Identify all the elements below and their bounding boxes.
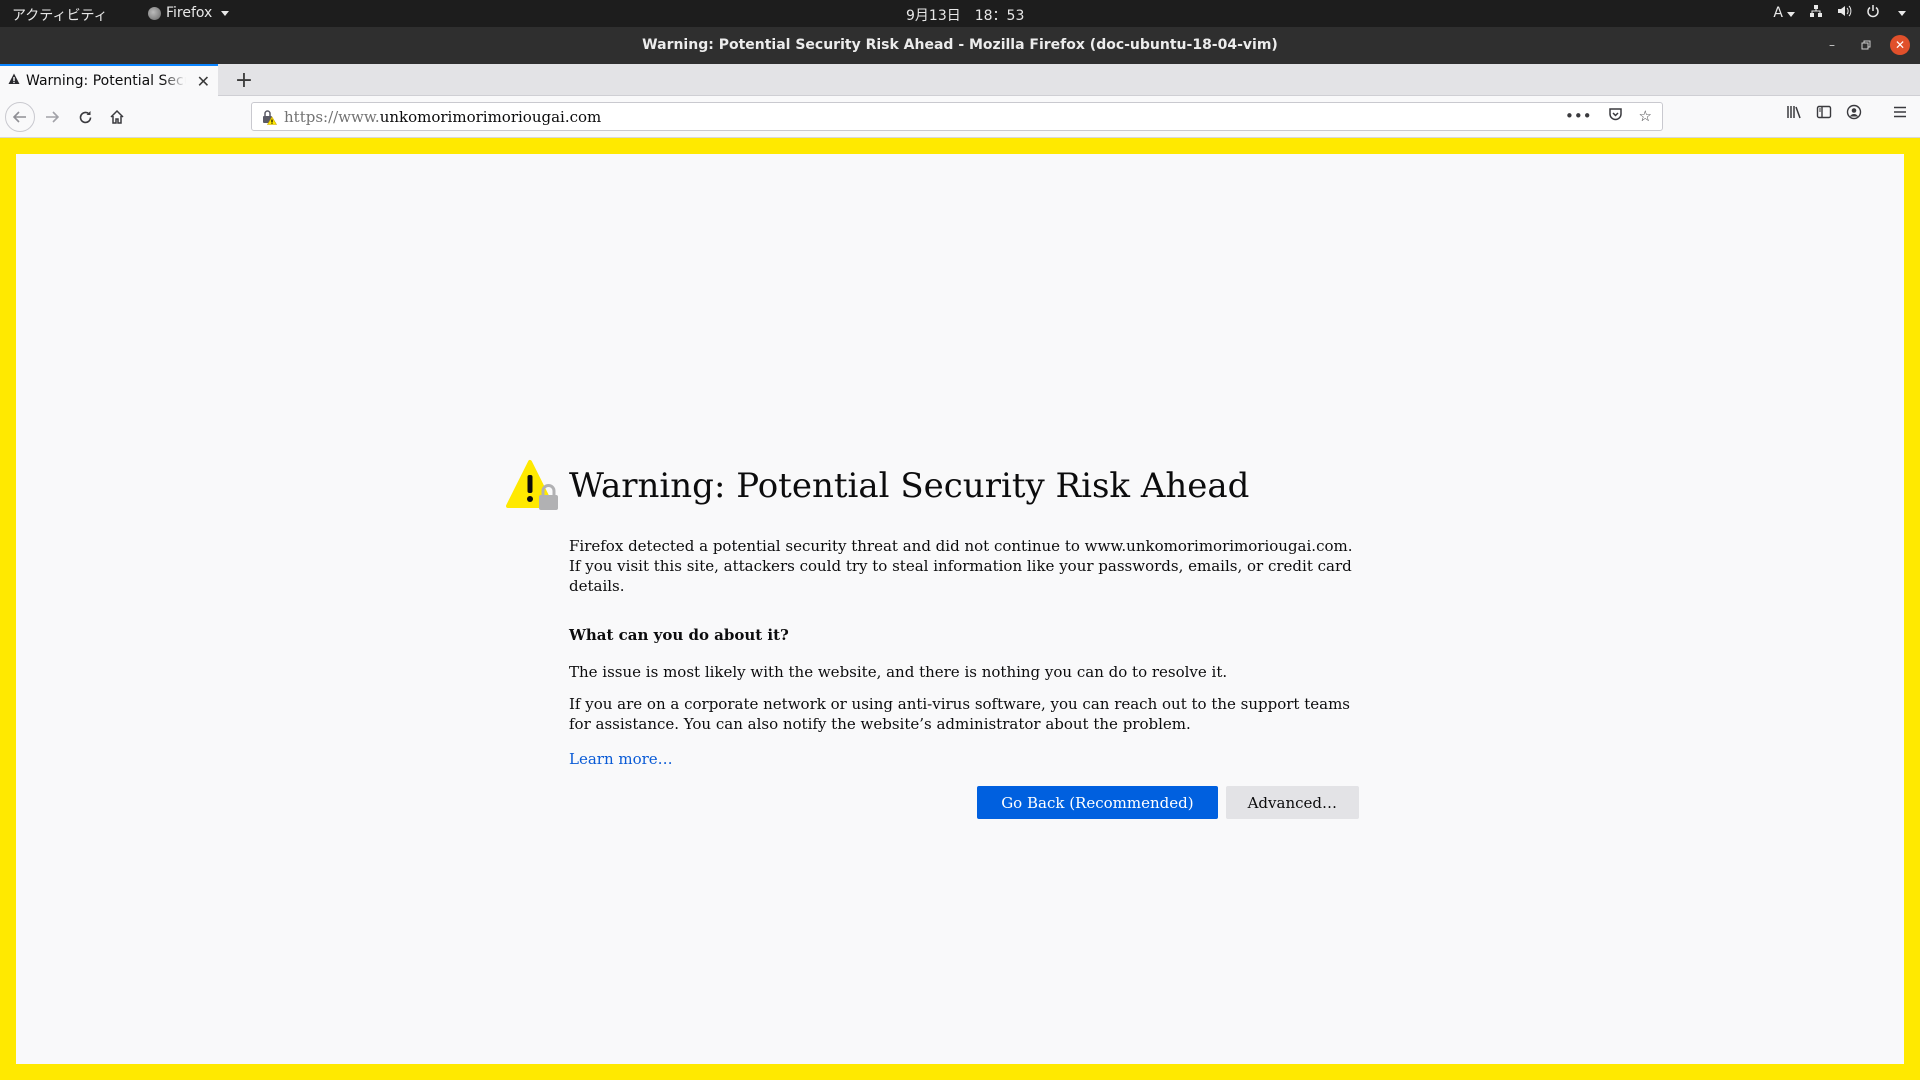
security-warning-icon: [506, 460, 558, 510]
app-menu[interactable]: Firefox: [148, 5, 230, 21]
reload-button[interactable]: [70, 102, 100, 132]
new-tab-button[interactable]: +: [230, 66, 258, 94]
window-title-bar[interactable]: Warning: Potential Security Risk Ahead -…: [0, 27, 1920, 64]
learn-more-link[interactable]: Learn more…: [569, 750, 673, 768]
system-tray[interactable]: A: [1773, 4, 1906, 22]
volume-icon[interactable]: [1837, 4, 1852, 22]
advice-paragraph-1: The issue is most likely with the websit…: [569, 663, 1228, 681]
what-can-you-do-heading: What can you do about it?: [569, 626, 789, 644]
error-page: Warning: Potential Security Risk Ahead F…: [16, 154, 1904, 1064]
tab-active[interactable]: Warning: Potential Security Risk Ahead ✕: [0, 64, 218, 96]
chevron-down-icon[interactable]: [1898, 10, 1906, 16]
go-back-button[interactable]: Go Back (Recommended): [977, 786, 1218, 819]
insecure-lock-icon[interactable]: [258, 109, 280, 125]
hamburger-menu-icon[interactable]: [1892, 104, 1908, 124]
library-icon[interactable]: [1786, 104, 1802, 124]
button-row: Go Back (Recommended) Advanced…: [569, 786, 1359, 819]
account-icon[interactable]: [1846, 104, 1862, 124]
menu-area: [1892, 104, 1908, 124]
clock[interactable]: 9月13日 18：53: [906, 5, 1024, 25]
error-title: Warning: Potential Security Risk Ahead: [569, 466, 1250, 506]
navigation-toolbar: https://www. unkomorimorimoriougai.com ••…: [0, 96, 1920, 138]
window-title: Warning: Potential Security Risk Ahead -…: [642, 37, 1278, 53]
close-window-icon[interactable]: ✕: [1890, 35, 1910, 55]
back-button[interactable]: [5, 102, 35, 132]
error-container: Warning: Potential Security Risk Ahead F…: [506, 460, 1359, 819]
tab-label: Warning: Potential Security Risk Ahead: [26, 73, 186, 89]
window-controls: – ✕: [1822, 35, 1910, 55]
chevron-down-icon: [221, 10, 230, 16]
restore-icon[interactable]: [1856, 35, 1876, 55]
pocket-icon[interactable]: [1608, 107, 1623, 126]
minimize-icon[interactable]: –: [1822, 35, 1842, 55]
app-menu-label: Firefox: [166, 5, 213, 21]
chevron-down-icon: [1787, 12, 1795, 17]
power-icon[interactable]: [1866, 4, 1880, 22]
advice-paragraph-2: If you are on a corporate network or usi…: [569, 695, 1350, 733]
toolbar-right: [1786, 104, 1862, 124]
url-actions: ••• ☆: [1565, 107, 1662, 126]
close-tab-icon[interactable]: ✕: [197, 72, 210, 91]
warning-icon: [8, 73, 20, 89]
page-actions-icon[interactable]: •••: [1565, 107, 1592, 126]
network-icon[interactable]: [1809, 4, 1823, 22]
error-description: Firefox detected a potential security th…: [569, 537, 1353, 595]
firefox-logo-icon: [148, 6, 161, 20]
home-button[interactable]: [102, 102, 132, 132]
input-method-indicator[interactable]: A: [1773, 5, 1795, 21]
url-bar[interactable]: https://www. unkomorimorimoriougai.com ••…: [251, 102, 1663, 131]
activities-button[interactable]: アクティビティ: [12, 5, 108, 25]
system-top-bar: アクティビティ Firefox 9月13日 18：53 A: [0, 0, 1920, 27]
tab-strip: Warning: Potential Security Risk Ahead ✕…: [0, 64, 1920, 96]
url-host: unkomorimorimoriougai.com: [379, 107, 602, 126]
content-frame: Warning: Potential Security Risk Ahead F…: [0, 138, 1920, 1080]
bookmark-star-icon[interactable]: ☆: [1639, 107, 1652, 126]
forward-button[interactable]: [37, 102, 67, 132]
advanced-button[interactable]: Advanced…: [1225, 786, 1359, 819]
url-prefix: https://www.: [284, 107, 380, 126]
sidebar-icon[interactable]: [1816, 104, 1832, 124]
